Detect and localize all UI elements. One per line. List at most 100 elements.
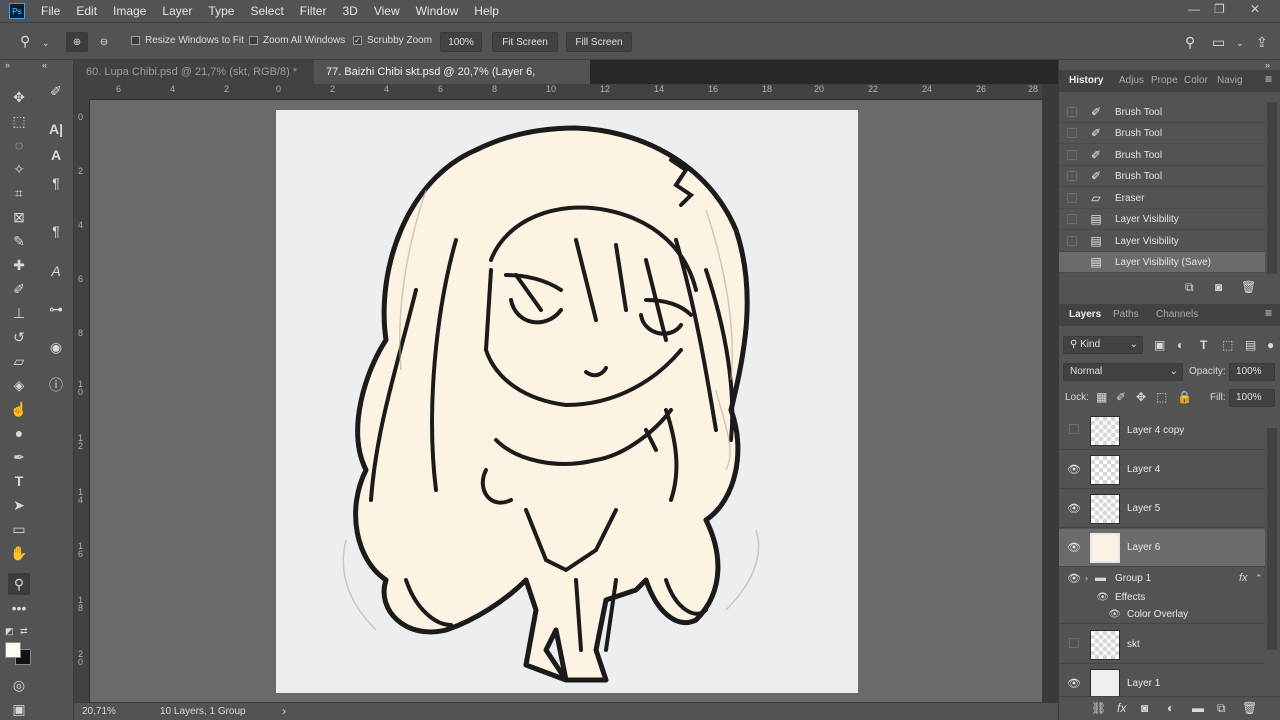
smart-object-filter-icon[interactable]: ▤ [1245,338,1256,352]
history-item[interactable]: ▤ Layer Visibility [1059,231,1265,252]
eyedropper-tool-icon[interactable]: ✎ [8,230,30,252]
visibility-toggle[interactable] [1063,638,1085,651]
history-item[interactable]: ▱ Eraser [1059,188,1265,209]
new-adjustment-icon[interactable]: ◐ [1167,701,1174,715]
scrubby-zoom-checkbox[interactable]: ✓ Scrubby Zoom [353,35,432,46]
lock-all-icon[interactable]: 🔒 [1177,390,1192,404]
visibility-toggle[interactable] [1063,424,1085,437]
character-styles-icon[interactable]: A [45,144,67,166]
shape-filter-icon[interactable]: ⬚ [1222,338,1233,352]
move-tool-icon[interactable]: ✥ [8,86,30,108]
group-row[interactable]: 👁 › ▬ Group 1 fx ⌃ [1059,568,1265,588]
tab-layers[interactable]: Layers [1069,304,1101,326]
menu-file[interactable]: File [33,0,68,22]
history-item[interactable]: ✐ Brush Tool [1059,123,1265,144]
menu-type[interactable]: Type [200,0,242,22]
layer-row[interactable]: Layer 4 copy [1059,412,1265,450]
layers-scrollbar[interactable] [1267,428,1277,650]
character-panel-icon[interactable]: A| [45,118,67,140]
default-colors-icon[interactable]: ◩ [5,626,14,637]
history-brush-tool-icon[interactable]: ↺ [8,326,30,348]
layer-style-icon[interactable]: fx [1117,701,1126,715]
blend-mode-select[interactable]: Normal ⌄ [1063,363,1183,381]
history-scrollbar[interactable] [1267,102,1277,274]
tab-color[interactable]: Color [1184,70,1208,92]
restore-button[interactable]: ❐ [1214,2,1225,16]
zoom-level[interactable]: 20,71% [82,706,116,717]
lasso-tool-icon[interactable]: ◌ [8,134,30,156]
menu-help[interactable]: Help [466,0,507,22]
tab-paths[interactable]: Paths [1113,304,1139,326]
history-item[interactable]: ▤ Layer Visibility [1059,209,1265,230]
tab-channels[interactable]: Channels [1156,304,1198,326]
tab-navigator[interactable]: Navig [1217,70,1243,92]
swap-colors-icon[interactable]: ⇄ [20,626,28,637]
paragraph-panel-icon[interactable]: ¶ [45,220,67,242]
zoom-tool-icon[interactable]: ⚲ [8,573,30,595]
lock-artboard-icon[interactable]: ⬚ [1156,390,1167,404]
lock-position-icon[interactable]: ✥ [1136,390,1146,404]
pen-tool-icon[interactable]: ✒ [8,446,30,468]
color-overlay-row[interactable]: 👁 Color Overlay [1059,606,1265,624]
menu-filter[interactable]: Filter [292,0,335,22]
crop-tool-icon[interactable]: ⌗ [8,182,30,204]
share-icon[interactable]: ⇪ [1256,35,1268,49]
frame-tool-icon[interactable]: ⊠ [8,206,30,228]
tab-history[interactable]: History [1069,70,1103,92]
menu-select[interactable]: Select [242,0,291,22]
lock-image-icon[interactable]: ✐ [1116,390,1126,404]
effects-row[interactable]: 👁 Effects [1059,588,1265,606]
collapse-arrows-icon[interactable]: » [5,60,10,70]
layer-row-selected[interactable]: 👁 Layer 6 [1059,529,1265,567]
menu-view[interactable]: View [366,0,408,22]
add-mask-icon[interactable]: ◙ [1141,701,1148,715]
adjustments-icon[interactable]: ⊶ [45,298,67,320]
brush-preset-icon[interactable]: ✐ [45,80,67,102]
fill-input[interactable]: 100% [1229,389,1275,407]
tab-properties[interactable]: Prope [1151,70,1178,92]
foreground-color-swatch[interactable] [5,642,21,658]
status-menu-arrow[interactable]: › [282,704,286,718]
eye-icon[interactable]: 👁 [1063,541,1085,554]
chevron-down-icon[interactable]: ⌄ [42,36,50,50]
adjustment-filter-icon[interactable]: ◐ [1177,338,1184,352]
menu-layer[interactable]: Layer [154,0,200,22]
fx-icon[interactable]: fx [1239,572,1248,584]
history-item-selected[interactable]: ▤ Layer Visibility (Save) [1059,252,1265,273]
clone-stamp-tool-icon[interactable]: ⊥ [8,302,30,324]
trash-icon[interactable]: 🗑 [1241,280,1256,294]
rectangle-tool-icon[interactable]: ▭ [8,518,30,540]
fit-screen-button[interactable]: Fit Screen [492,32,558,52]
screen-mode-icon[interactable]: ▣ [8,698,30,720]
dodge-tool-icon[interactable]: ● [8,422,30,444]
eye-icon[interactable]: 👁 [1063,677,1085,690]
vertical-scrollbar[interactable] [1042,84,1058,702]
path-selection-tool-icon[interactable]: ➤ [8,494,30,516]
history-item[interactable]: ✐ Brush Tool [1059,102,1265,123]
zoom-all-windows-checkbox[interactable]: Zoom All Windows [249,35,345,46]
new-document-from-state-icon[interactable]: ⧉ [1185,280,1194,295]
libraries-icon[interactable]: ◉ [45,336,67,358]
lock-transparent-icon[interactable]: ▦ [1096,390,1107,404]
layer-row[interactable]: 👁 Layer 5 [1059,490,1265,528]
history-item[interactable]: ✐ Brush Tool [1059,145,1265,166]
menu-edit[interactable]: Edit [68,0,105,22]
new-group-icon[interactable]: ▬ [1192,701,1204,715]
fx-chevron-icon[interactable]: ⌃ [1255,573,1263,584]
workspace-chevron-icon[interactable]: ⌄ [1236,36,1244,50]
tab-adjustments[interactable]: Adjus [1119,70,1144,92]
collapse-arrows-icon[interactable]: « [42,60,47,70]
search-icon[interactable]: ⚲ [1185,35,1195,49]
filter-toggle-icon[interactable]: ● [1267,338,1274,352]
trash-icon[interactable]: 🗑 [1242,701,1257,715]
document-canvas[interactable] [276,110,858,693]
tab-lupa-chibi[interactable]: 60. Lupa Chibi.psd @ 21,7% (skt, RGB/8) … [74,60,314,102]
tab-baizhi-chibi[interactable]: 77. Baizhi Chibi skt.psd @ 20,7% (Layer … [314,60,590,102]
brush-tool-icon[interactable]: ✐ [8,278,30,300]
resize-windows-checkbox[interactable]: Resize Windows to Fit [131,35,244,46]
paint-bucket-tool-icon[interactable]: ◈ [8,374,30,396]
paragraph-styles-icon[interactable]: ¶ [45,172,67,194]
eye-icon[interactable]: 👁 [1059,609,1127,620]
panel-menu-icon[interactable]: ≡ [1265,72,1272,86]
magic-wand-tool-icon[interactable]: ✧ [8,158,30,180]
